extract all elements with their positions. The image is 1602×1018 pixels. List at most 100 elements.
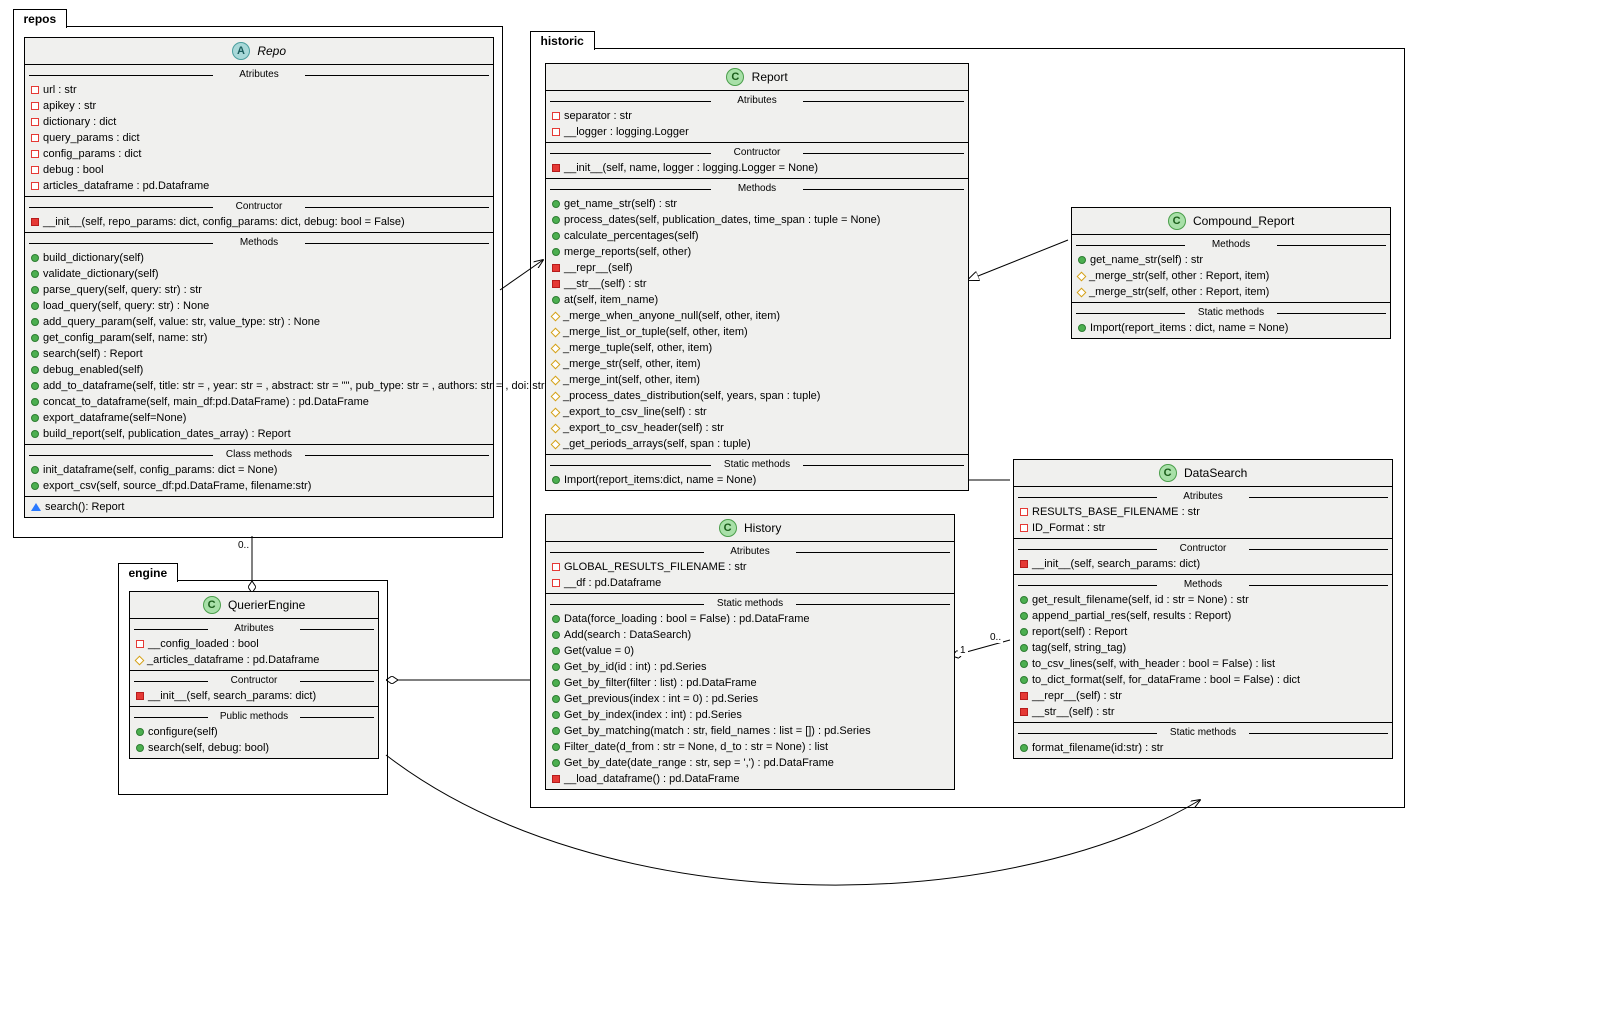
visibility-icon <box>552 579 560 587</box>
visibility-icon <box>31 382 39 390</box>
class-member: ID_Format : str <box>1014 520 1392 536</box>
class-compound: C Compound_Report Methodsget_name_str(se… <box>1071 207 1391 339</box>
class-section: search(): Report <box>25 496 493 517</box>
class-history: C History AtributesGLOBAL_RESULTS_FILENA… <box>545 514 955 790</box>
class-member: search(self, debug: bool) <box>130 740 378 756</box>
class-member: _get_periods_arrays(self, span : tuple) <box>546 436 968 452</box>
class-history-header: C History <box>546 515 954 542</box>
class-report-header: C Report <box>546 64 968 91</box>
class-section: Contructor__init__(self, name, logger : … <box>546 142 968 178</box>
visibility-icon <box>551 327 561 337</box>
visibility-icon <box>31 334 39 342</box>
visibility-icon <box>551 423 561 433</box>
class-member: debug : bool <box>25 162 493 178</box>
visibility-icon <box>551 311 561 321</box>
class-member: merge_reports(self, other) <box>546 244 968 260</box>
member-text: Get_by_id(id : int) : pd.Series <box>564 661 706 673</box>
section-title: Methods <box>1072 239 1390 250</box>
member-text: build_dictionary(self) <box>43 252 144 264</box>
member-text: format_filename(id:str) : str <box>1032 742 1163 754</box>
class-member: Data(force_loading : bool = False) : pd.… <box>546 611 954 627</box>
class-member: Get_previous(index : int = 0) : pd.Serie… <box>546 691 954 707</box>
visibility-icon <box>136 744 144 752</box>
class-member: get_name_str(self) : str <box>546 196 968 212</box>
member-text: __init__(self, search_params: dict) <box>1032 558 1200 570</box>
visibility-icon <box>31 350 39 358</box>
package-engine: engine C QuerierEngine Atributes__config… <box>118 580 388 795</box>
class-member: parse_query(self, query: str) : str <box>25 282 493 298</box>
class-member: _process_dates_distribution(self, years,… <box>546 388 968 404</box>
section-title: Static methods <box>1014 727 1392 738</box>
visibility-icon <box>552 743 560 751</box>
class-member: tag(self, string_tag) <box>1014 640 1392 656</box>
section-title: Methods <box>1014 579 1392 590</box>
class-badge-icon: C <box>719 519 737 537</box>
member-text: init_dataframe(self, config_params: dict… <box>43 464 277 476</box>
visibility-icon <box>551 391 561 401</box>
member-text: at(self, item_name) <box>564 294 658 306</box>
package-tab-historic: historic <box>530 31 595 50</box>
member-text: Get_by_matching(match : str, field_names… <box>564 725 871 737</box>
class-history-name: History <box>744 521 781 535</box>
class-member: __df : pd.Dataframe <box>546 575 954 591</box>
class-section: Atributesseparator : str__logger : loggi… <box>546 91 968 142</box>
member-text: get_name_str(self) : str <box>1090 254 1203 266</box>
section-title: Atributes <box>546 546 954 557</box>
class-member: __init__(self, search_params: dict) <box>1014 556 1392 572</box>
class-report: C Report Atributesseparator : str__logge… <box>545 63 969 491</box>
class-section: Public methodsconfigure(self)search(self… <box>130 706 378 758</box>
class-member: debug_enabled(self) <box>25 362 493 378</box>
class-member: __str__(self) : str <box>546 276 968 292</box>
class-member: build_report(self, publication_dates_arr… <box>25 426 493 442</box>
member-text: report(self) : Report <box>1032 626 1127 638</box>
visibility-icon <box>1020 560 1028 568</box>
class-member: _articles_dataframe : pd.Dataframe <box>130 652 378 668</box>
class-member: load_query(self, query: str) : None <box>25 298 493 314</box>
class-member: __init__(self, repo_params: dict, config… <box>25 214 493 230</box>
visibility-icon <box>551 359 561 369</box>
visibility-icon <box>136 640 144 648</box>
class-member: RESULTS_BASE_FILENAME : str <box>1014 504 1392 520</box>
class-member: get_name_str(self) : str <box>1072 252 1390 268</box>
member-text: Add(search : DataSearch) <box>564 629 691 641</box>
visibility-icon <box>1020 524 1028 532</box>
visibility-icon <box>31 286 39 294</box>
class-member: Import(report_items : dict, name = None) <box>1072 320 1390 336</box>
class-history-body: AtributesGLOBAL_RESULTS_FILENAME : str__… <box>546 542 954 789</box>
class-badge-icon: C <box>1159 464 1177 482</box>
member-text: Import(report_items:dict, name = None) <box>564 474 756 486</box>
visibility-icon <box>552 164 560 172</box>
class-member: articles_dataframe : pd.Dataframe <box>25 178 493 194</box>
visibility-icon <box>31 270 39 278</box>
class-badge-icon: C <box>1168 212 1186 230</box>
class-section: Static methods Data(force_loading : bool … <box>546 593 954 789</box>
class-member: __init__(self, search_params: dict) <box>130 688 378 704</box>
member-text: parse_query(self, query: str) : str <box>43 284 202 296</box>
visibility-icon <box>551 439 561 449</box>
member-text: Get_by_date(date_range : str, sep = ',')… <box>564 757 834 769</box>
member-text: Get_by_index(index : int) : pd.Series <box>564 709 742 721</box>
class-member: get_config_param(self, name: str) <box>25 330 493 346</box>
visibility-icon <box>31 302 39 310</box>
visibility-icon <box>1020 612 1028 620</box>
class-member: to_dict_format(self, for_dataFrame : boo… <box>1014 672 1392 688</box>
class-section: Methodsget_name_str(self) : strprocess_d… <box>546 178 968 454</box>
class-member: _merge_str(self, other, item) <box>546 356 968 372</box>
member-text: _articles_dataframe : pd.Dataframe <box>147 654 319 666</box>
class-querier-header: C QuerierEngine <box>130 592 378 619</box>
class-querier-body: Atributes__config_loaded : bool_articles… <box>130 619 378 758</box>
section-title: Contructor <box>25 201 493 212</box>
class-member: get_result_filename(self, id : str = Non… <box>1014 592 1392 608</box>
visibility-icon <box>31 398 39 406</box>
section-title: Static methods <box>546 598 954 609</box>
class-member: validate_dictionary(self) <box>25 266 493 282</box>
member-text: separator : str <box>564 110 632 122</box>
member-text: articles_dataframe : pd.Dataframe <box>43 180 209 192</box>
section-title: Methods <box>25 237 493 248</box>
section-title: Atributes <box>546 95 968 106</box>
class-member: _export_to_csv_line(self) : str <box>546 404 968 420</box>
class-member: export_csv(self, source_df:pd.DataFrame,… <box>25 478 493 494</box>
member-text: __str__(self) : str <box>564 278 647 290</box>
member-text: search(): Report <box>45 501 124 513</box>
class-member: _merge_str(self, other : Report, item) <box>1072 284 1390 300</box>
